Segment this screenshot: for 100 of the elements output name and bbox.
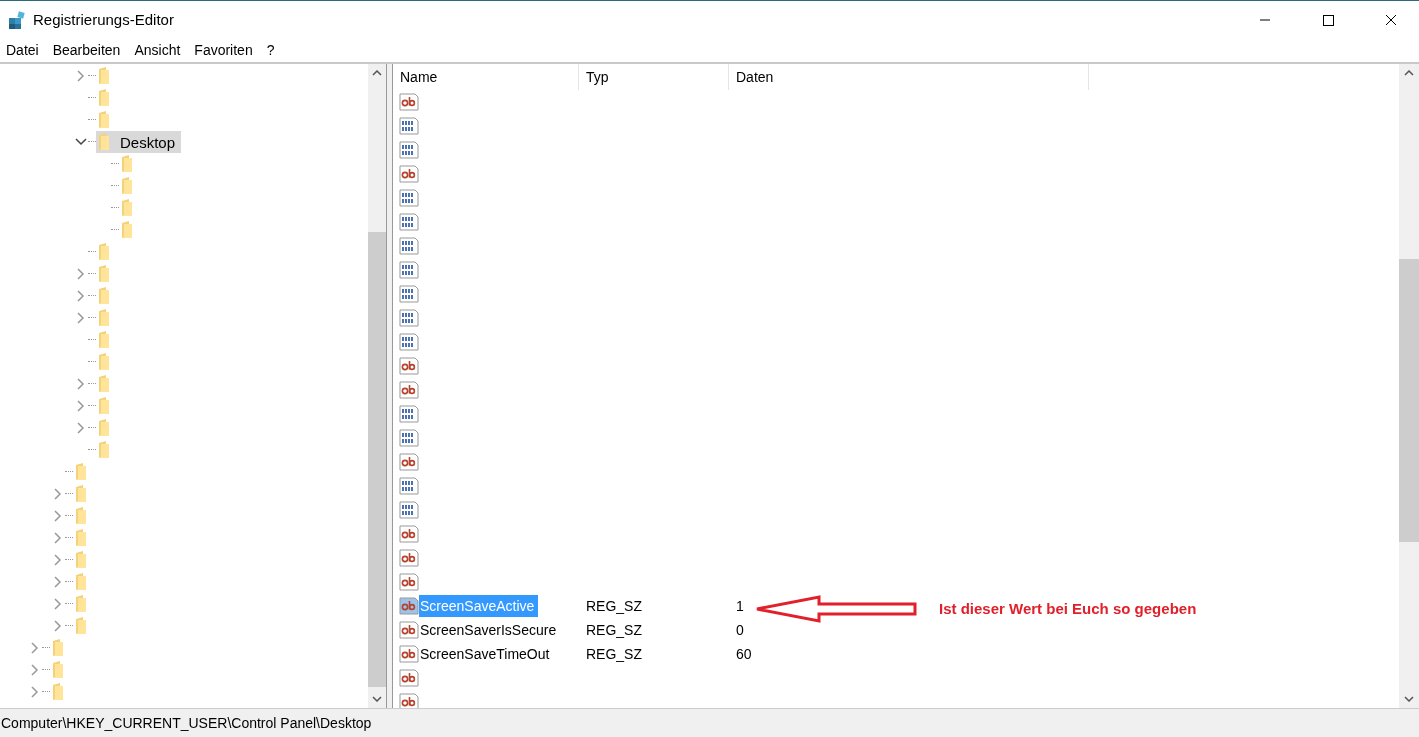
tree-item[interactable]: Desktop bbox=[96, 131, 182, 153]
binary-value-icon bbox=[399, 261, 419, 279]
value-name[interactable]: ScreenSaverIsSecure bbox=[419, 619, 561, 641]
binary-value-icon bbox=[399, 237, 419, 255]
string-value-icon bbox=[399, 573, 419, 591]
folder-icon bbox=[98, 133, 110, 151]
binary-value-icon bbox=[399, 285, 419, 303]
scroll-up-icon[interactable] bbox=[372, 70, 382, 76]
scrollbar[interactable] bbox=[368, 64, 386, 708]
scrollbar-thumb[interactable] bbox=[368, 232, 386, 687]
chevron-right-icon[interactable] bbox=[77, 290, 85, 302]
folder-icon[interactable] bbox=[121, 177, 133, 195]
chevron-right-icon[interactable] bbox=[77, 378, 85, 390]
chevron-right-icon[interactable] bbox=[31, 686, 39, 698]
folder-icon[interactable] bbox=[98, 243, 110, 261]
chevron-right-icon[interactable] bbox=[77, 268, 85, 280]
folder-icon[interactable] bbox=[121, 155, 133, 173]
binary-value-icon bbox=[399, 309, 419, 327]
chevron-right-icon[interactable] bbox=[77, 312, 85, 324]
table-cell: REG_SZ bbox=[586, 598, 642, 614]
status-bar: Computer\HKEY_CURRENT_USER\Control Panel\Desktop bbox=[0, 708, 1419, 737]
chevron-right-icon[interactable] bbox=[54, 620, 62, 632]
string-value-icon bbox=[399, 453, 419, 471]
string-value-icon bbox=[399, 621, 419, 639]
folder-icon[interactable] bbox=[98, 89, 110, 107]
chevron-right-icon[interactable] bbox=[31, 664, 39, 676]
chevron-right-icon[interactable] bbox=[54, 598, 62, 610]
cubes-icon bbox=[7, 9, 27, 30]
binary-value-icon bbox=[399, 141, 419, 159]
folder-icon[interactable] bbox=[52, 661, 64, 679]
string-value-icon bbox=[399, 549, 419, 567]
scroll-down-icon[interactable] bbox=[1404, 696, 1414, 702]
binary-value-icon bbox=[399, 501, 419, 519]
menu-item[interactable]: Favoriten bbox=[194, 42, 253, 58]
binary-value-icon bbox=[399, 405, 419, 423]
folder-icon[interactable] bbox=[98, 111, 110, 129]
chevron-right-icon[interactable] bbox=[31, 642, 39, 654]
column-header[interactable]: Name bbox=[393, 64, 579, 90]
menu-item[interactable]: Bearbeiten bbox=[52, 42, 121, 58]
chevron-right-icon[interactable] bbox=[54, 510, 62, 522]
string-value-icon bbox=[399, 669, 419, 687]
string-value-icon bbox=[399, 357, 419, 375]
folder-icon[interactable] bbox=[75, 617, 87, 635]
table-cell: 60 bbox=[736, 646, 752, 662]
chevron-right-icon[interactable] bbox=[54, 532, 62, 544]
folder-icon[interactable] bbox=[98, 309, 110, 327]
binary-value-icon bbox=[399, 429, 419, 447]
string-value-icon bbox=[399, 645, 419, 663]
window-title: Registrierungs-Editor bbox=[33, 11, 174, 28]
folder-icon[interactable] bbox=[75, 507, 87, 525]
chevron-right-icon[interactable] bbox=[54, 554, 62, 566]
binary-value-icon bbox=[399, 117, 419, 135]
menu-item[interactable]: ? bbox=[266, 42, 275, 58]
table-cell: 1 bbox=[736, 598, 744, 614]
folder-icon[interactable] bbox=[121, 221, 133, 239]
folder-icon[interactable] bbox=[52, 639, 64, 657]
value-name[interactable]: ScreenSaveTimeOut bbox=[419, 643, 554, 665]
table-cell: 0 bbox=[736, 622, 744, 638]
folder-icon[interactable] bbox=[98, 265, 110, 283]
folder-icon[interactable] bbox=[98, 375, 110, 393]
folder-icon[interactable] bbox=[121, 199, 133, 217]
chevron-right-icon[interactable] bbox=[77, 70, 85, 82]
folder-icon[interactable] bbox=[75, 463, 87, 481]
binary-value-icon bbox=[399, 477, 419, 495]
folder-icon[interactable] bbox=[75, 573, 87, 591]
table-cell: REG_SZ bbox=[586, 646, 642, 662]
scrollbar-thumb[interactable] bbox=[1399, 259, 1419, 542]
string-value-icon bbox=[399, 381, 419, 399]
string-value-icon bbox=[399, 165, 419, 183]
chevron-down-icon[interactable] bbox=[75, 138, 87, 146]
folder-icon[interactable] bbox=[98, 397, 110, 415]
binary-value-icon bbox=[399, 213, 419, 231]
chevron-right-icon[interactable] bbox=[54, 488, 62, 500]
menu-item[interactable]: Ansicht bbox=[134, 42, 181, 58]
string-value-icon bbox=[399, 93, 419, 111]
folder-icon[interactable] bbox=[52, 683, 64, 701]
folder-icon[interactable] bbox=[98, 67, 110, 85]
maximize-icon bbox=[1322, 13, 1334, 26]
chevron-right-icon[interactable] bbox=[77, 400, 85, 412]
folder-icon[interactable] bbox=[75, 595, 87, 613]
column-header[interactable]: Daten bbox=[729, 64, 1089, 90]
folder-icon[interactable] bbox=[75, 529, 87, 547]
folder-icon[interactable] bbox=[75, 485, 87, 503]
scrollbar[interactable] bbox=[1399, 64, 1419, 708]
folder-icon[interactable] bbox=[98, 353, 110, 371]
folder-icon[interactable] bbox=[75, 551, 87, 569]
chevron-right-icon[interactable] bbox=[77, 422, 85, 434]
string-value-icon bbox=[399, 525, 419, 543]
folder-icon[interactable] bbox=[98, 287, 110, 305]
chevron-right-icon[interactable] bbox=[54, 576, 62, 588]
column-header[interactable]: Typ bbox=[579, 64, 729, 90]
scroll-down-icon[interactable] bbox=[372, 696, 382, 702]
folder-icon[interactable] bbox=[98, 419, 110, 437]
menu-item[interactable]: Datei bbox=[6, 42, 39, 58]
table-cell: REG_SZ bbox=[586, 622, 642, 638]
folder-icon[interactable] bbox=[98, 441, 110, 459]
binary-value-icon bbox=[399, 333, 419, 351]
folder-icon[interactable] bbox=[98, 331, 110, 349]
scroll-up-icon[interactable] bbox=[1404, 70, 1414, 76]
string-value-icon bbox=[399, 597, 419, 615]
